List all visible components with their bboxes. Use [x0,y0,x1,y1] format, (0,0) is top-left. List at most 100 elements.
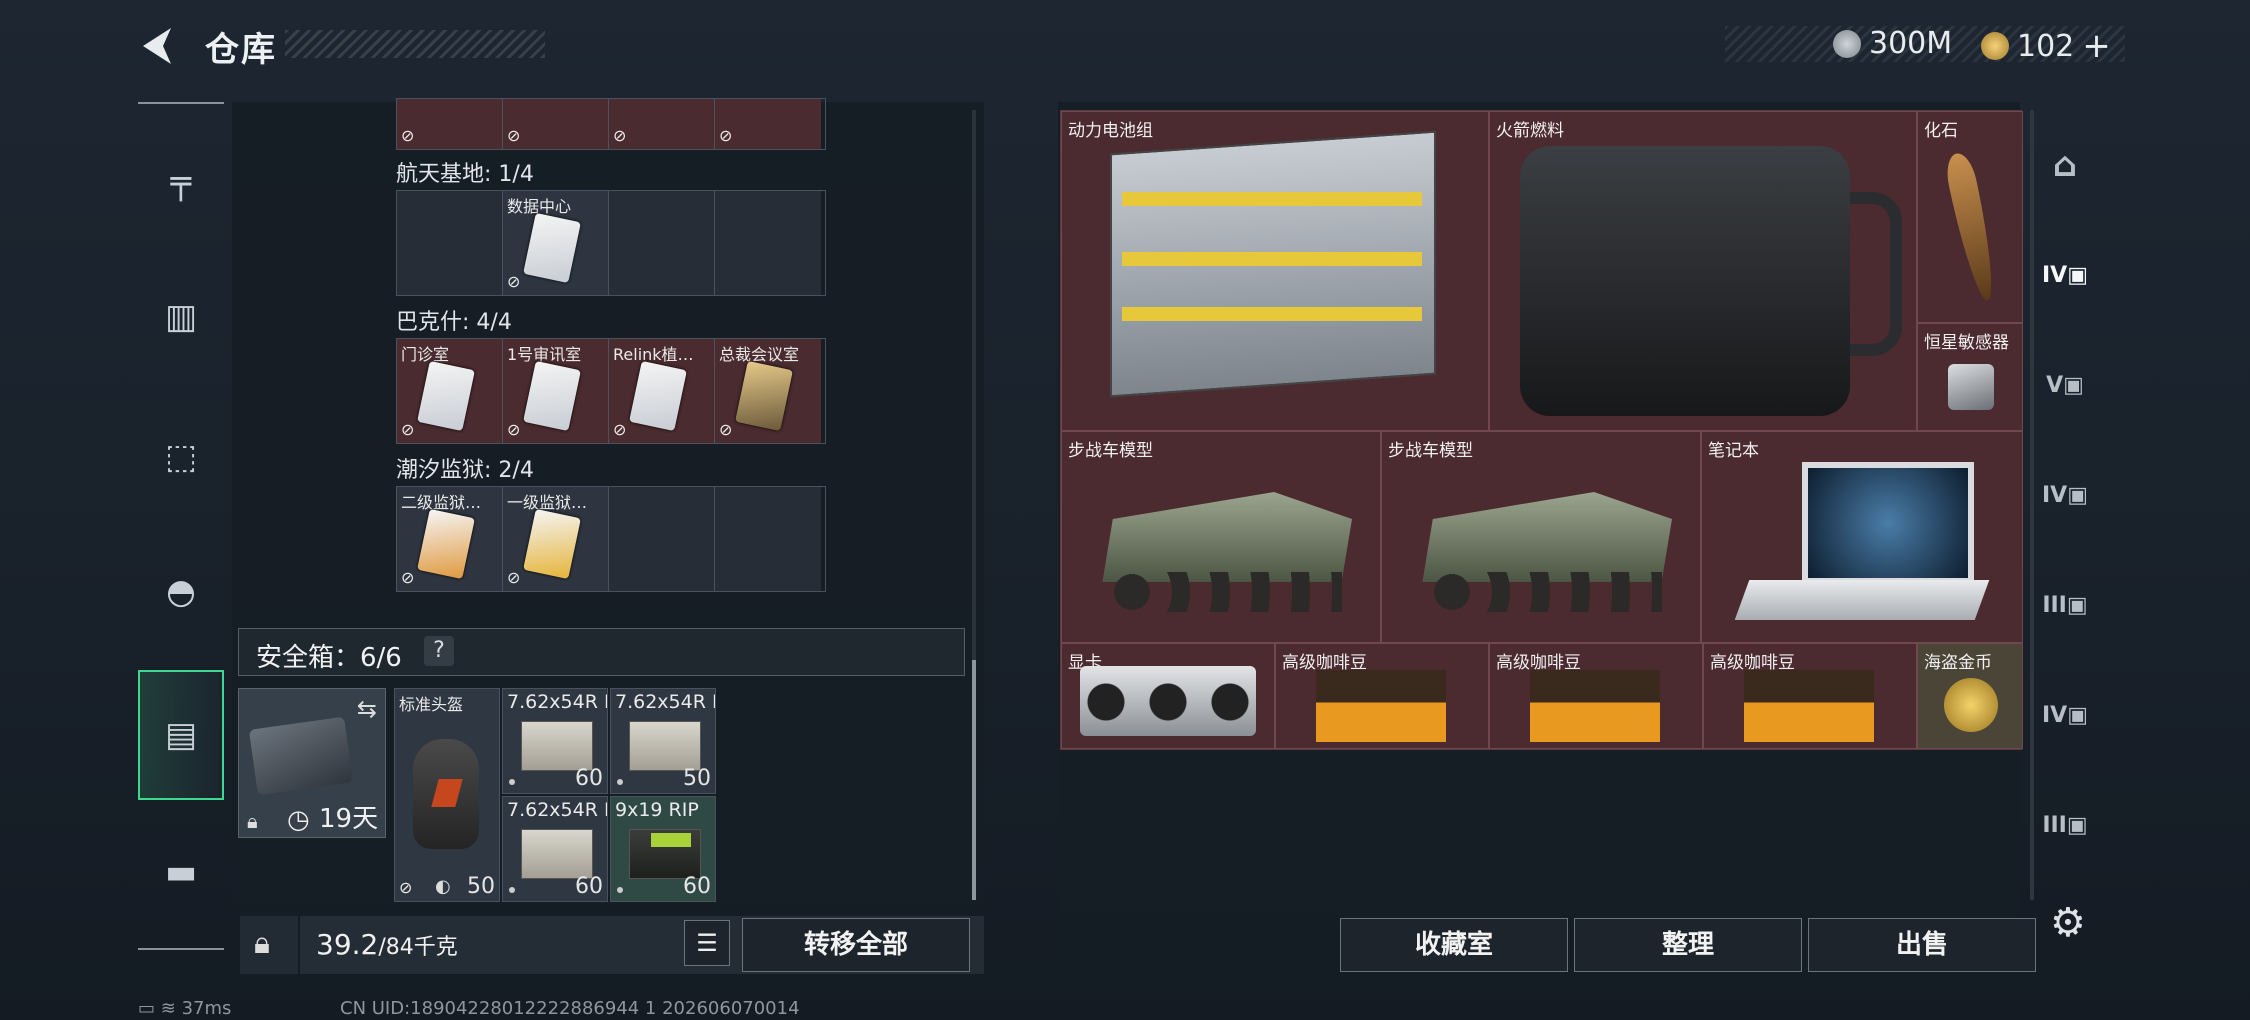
warehouse-home-icon: ⌂ [2052,145,2078,185]
transfer-all-button[interactable]: 转移全部 [742,918,970,972]
coin-display[interactable]: 102 + [1981,26,2111,66]
add-coin-button[interactable]: + [2082,26,2111,66]
warehouse-tab-3[interactable]: IV ▣ [2030,440,2100,550]
coffee-beans-item[interactable]: 高级咖啡豆 [1489,643,1703,749]
coffee-beans-item[interactable]: 高级咖啡豆 [1703,643,1917,749]
dot-icon [617,887,623,893]
item-label: 7.62x54R BT [507,691,607,713]
keycard-image [417,360,475,432]
ammo-slot[interactable]: 7.62x54R LPS 60 [502,796,608,902]
ifv-model-item[interactable]: 步战车模型 [1061,431,1381,643]
page-title: 仓库 [205,30,277,70]
keycard-label: Relink植… [613,345,694,364]
no-transfer-icon: ⊘ [507,272,521,291]
back-arrow-icon[interactable] [135,22,183,70]
swap-icon[interactable]: ⇆ [357,695,377,723]
graphics-card-item[interactable]: 显卡 [1061,643,1275,749]
item-label: 恒星敏感器 [1924,333,2009,353]
section-title: 潮汐监狱: 2/4 [396,458,534,483]
star-sensor-item[interactable]: 恒星敏感器 [1917,323,2023,431]
keycard-slot[interactable]: Relink植… ⊘ [609,339,715,443]
keycard-slot-empty[interactable] [609,191,715,295]
sell-button[interactable]: 出售 [1808,918,2036,972]
no-transfer-icon: ⊘ [613,420,627,439]
ifv-model-item[interactable]: 步战车模型 [1381,431,1701,643]
keycard-slot[interactable]: 1号审讯室 ⊘ [503,339,609,443]
keycard-slot[interactable]: 一级监狱… ⊘ [503,487,609,591]
weight-display: 39.2/84千克 [316,928,458,961]
bag-icon: ◓ [166,572,196,612]
scrollbar-thumb[interactable] [972,660,976,900]
nav-backpack[interactable]: ⬚ [138,407,224,507]
keycard-slot[interactable]: 总裁会议室 ⊘ [715,339,821,443]
ammo-tag [651,833,691,847]
wifi-icon: ≋ [160,998,176,1019]
warehouse-home-tab[interactable]: ⌂ [2030,110,2100,220]
no-transfer-icon: ⊘ [507,420,521,439]
keycard-image [735,360,793,432]
keycard-image [629,360,687,432]
item-label: 标准头盔 [399,695,464,714]
keycard-slot[interactable]: ⊘ [503,99,609,149]
keycard-slot-empty[interactable] [609,487,715,591]
collection-room-button[interactable]: 收藏室 [1340,918,1568,972]
gpu-image [1080,666,1256,736]
item-label: 步战车模型 [1388,441,1473,461]
coffee-beans-item[interactable]: 高级咖啡豆 [1275,643,1489,749]
settings-gear-icon[interactable]: ⚙ [2050,900,2086,946]
nav-toolbox[interactable]: ▬ [138,822,224,922]
section-title: 航天基地: 1/4 [396,162,534,187]
keycard-slot[interactable]: 数据中心 ⊘ [503,191,609,295]
nav-gun[interactable]: ╤ [138,132,224,232]
jerrycan-handle [1850,192,1902,356]
keycard-slot[interactable]: ⊘ [397,99,503,149]
battery-stripe [1122,252,1422,266]
warehouse-tab-4[interactable]: III ▣ [2030,550,2100,660]
keycard-slot-empty[interactable] [715,487,821,591]
storage-icon: ▣ [2066,812,2088,838]
keycard-slot[interactable]: 二级监狱… ⊘ [397,487,503,591]
rocket-fuel-item[interactable]: 火箭燃料 [1489,111,1917,431]
keycard-image [523,212,581,284]
keycard-label: 数据中心 [507,197,572,216]
safe-days: 19天 [319,804,379,834]
organize-button[interactable]: 整理 [1574,918,1802,972]
tier-label: IV [2041,482,2068,508]
nav-vest[interactable]: ▥ [138,267,224,367]
warehouse-tab-6[interactable]: III ▣ [2030,770,2100,880]
ifv-wheels [1432,572,1662,612]
ammo-slot[interactable]: 7.62x54R BT 60 [502,688,608,794]
keycard-image [523,360,581,432]
storage-icon: ▣ [2066,592,2088,618]
ammo-slot[interactable]: 9x19 RIP 60 [610,796,716,902]
safe-container[interactable]: ⇆ 🔒︎ ◷ 19天 [238,688,386,838]
ammo-slot[interactable]: 7.62x54R LPS 50 [610,688,716,794]
tier-label: IV [2041,702,2068,728]
help-button[interactable]: ? [424,636,454,666]
laptop-item[interactable]: 笔记本 [1701,431,2023,643]
lock-icon: 🔒︎ [247,809,258,833]
tier-label: IV [2041,262,2068,288]
no-transfer-icon: ⊘ [613,126,627,145]
ammo-count: 60 [575,766,603,791]
keycard-slot-empty[interactable] [397,191,503,295]
nav-safe[interactable]: ▤ [138,670,224,800]
lock-button[interactable]: 🔒︎ [240,916,298,974]
battery-pack-item[interactable]: 动力电池组 [1061,111,1489,431]
keycard-slot[interactable]: ⊘ [609,99,715,149]
item-label: 7.62x54R LPS [507,799,607,821]
pirate-coin-item[interactable]: 海盗金币 [1917,643,2023,749]
no-transfer-icon: ⊘ [401,420,415,439]
keycard-slot[interactable]: 门诊室 ⊘ [397,339,503,443]
warehouse-tab-1[interactable]: IV ▣ [2030,220,2100,330]
item-label: 笔记本 [1708,441,1759,461]
keycard-slot[interactable]: ⊘ [715,99,821,149]
warehouse-tab-2[interactable]: V ▣ [2030,330,2100,440]
sensor-image [1948,364,1994,410]
keycard-slot-empty[interactable] [715,191,821,295]
warehouse-tab-5[interactable]: IV ▣ [2030,660,2100,770]
fossil-item[interactable]: 化石 [1917,111,2023,323]
nav-bag[interactable]: ◓ [138,542,224,642]
helmet-slot[interactable]: 标准头盔 ⊘ ◐ 50 [394,688,500,902]
list-view-button[interactable]: ☰ [684,920,730,966]
